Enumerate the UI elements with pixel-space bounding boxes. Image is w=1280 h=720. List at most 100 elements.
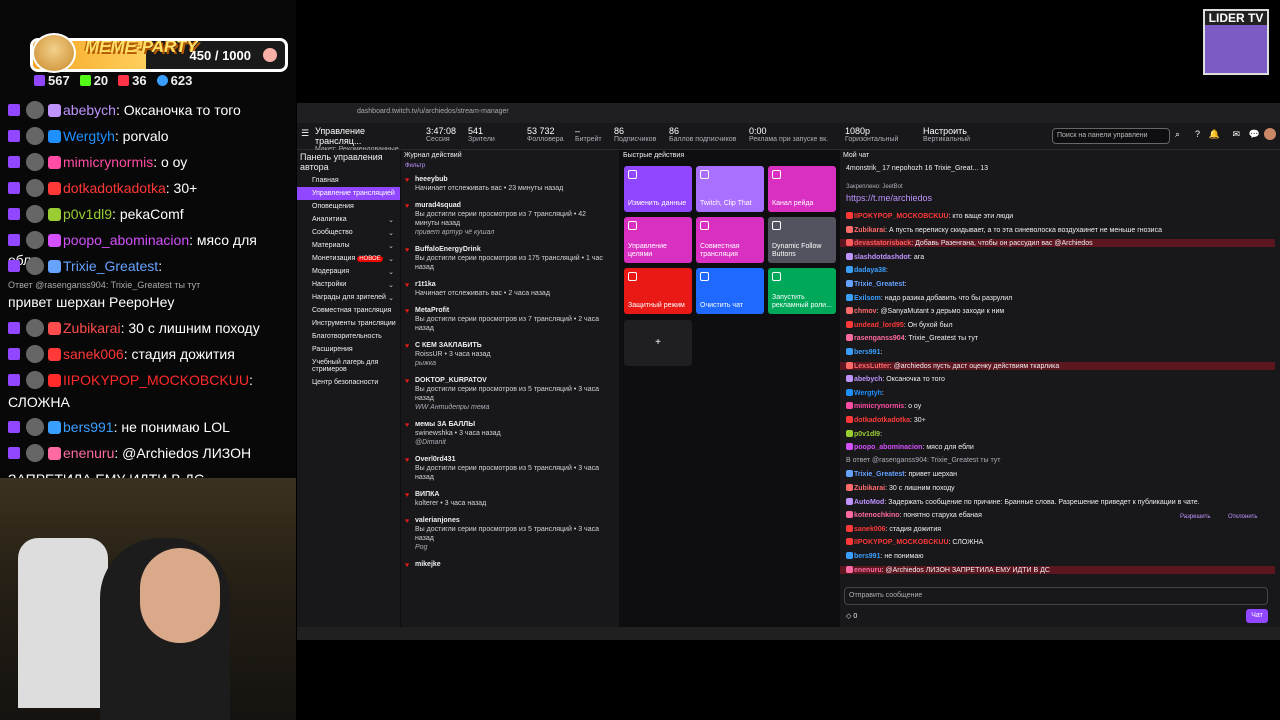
chat-username[interactable]: IIPOKYPOP_MOCKOBCKUU [63,372,249,388]
activity-detail: kolterer • 3 часа назад [415,500,487,507]
quick-action-button[interactable]: Управление целями [624,217,692,263]
sidebar-item[interactable]: Учебный лагерь для стримеров [297,356,400,376]
profile-avatar[interactable] [1264,128,1276,140]
chat-username[interactable]: Trixie_Greatest [854,471,905,478]
quick-action-button[interactable]: Канал рейда [768,166,836,212]
chat-username[interactable]: slashdotdashdot [854,254,910,261]
chat-username[interactable]: chmov [854,308,877,315]
chat-username[interactable]: IIPOKYPOP_MOCKOBCKUU [854,539,949,546]
activity-item[interactable]: ♥ valerianjones Вы достигли серии просмотр… [401,512,619,556]
stream-stat[interactable]: Настроить Вертикальный [923,126,970,143]
chat-username[interactable]: sanek006 [854,526,886,533]
chat-username[interactable]: Zubikarai [854,227,885,234]
activity-item[interactable]: ♥ heeeybub Начинает отслеживать вас • 23 м… [401,171,619,197]
activity-item[interactable]: ♥ r1t1ka Начинает отслеживать вас • 2 часа… [401,276,619,302]
sidebar-item[interactable]: Аналитика ⌄ [297,213,400,226]
pinned-by: Закреплено: JeetBot [846,184,903,190]
sidebar-item[interactable]: Монетизация НОВОЕ ⌄ [297,252,400,265]
sidebar-item[interactable]: Расширения [297,343,400,356]
chat-username[interactable]: p0v1dl9 [63,206,112,222]
sidebar-item[interactable]: Центр безопасности [297,376,400,389]
chat-username[interactable]: dadaya38 [854,267,886,274]
sidebar-item[interactable]: Сообщество ⌄ [297,226,400,239]
chat-username[interactable]: dotkadotkadotka [63,180,166,196]
chat-username[interactable]: abebych [854,376,882,383]
chat-username[interactable]: rasenganss904 [854,335,905,342]
automod-allow-button[interactable]: Разрешить [1180,514,1211,520]
chat-username[interactable]: enenuru [63,445,114,461]
activity-item[interactable]: ♥ BuffaloEnergyDrink Вы достигли серии про… [401,241,619,276]
address-bar[interactable]: dashboard.twitch.tv/u/archiedos/stream-m… [297,103,1280,123]
pinned-link[interactable]: https://t.me/archiedos [846,193,932,203]
activity-item[interactable]: ♥ murad4squad Вы достигли серии просмотров… [401,197,619,241]
automod-deny-button[interactable]: Отклонить [1228,514,1258,520]
sidebar-item[interactable]: Управление трансляцией [297,187,400,200]
sidebar-item[interactable]: Настройки ⌄ [297,278,400,291]
chat-username[interactable]: p0v1dl9 [854,431,880,438]
activity-item[interactable]: ♥ ВИПКА kolterer • 3 часа назад [401,486,619,512]
sidebar-item[interactable]: Материалы ⌄ [297,239,400,252]
chat-username[interactable]: Zubikarai [63,320,121,336]
quick-action-button[interactable]: Очистить чат [696,268,764,314]
user-icon [156,75,168,86]
chat-username[interactable]: Trixie_Greatest [63,258,158,274]
chat-username[interactable]: bers991 [854,349,880,356]
chat-username[interactable]: dotkadotkadotka [854,417,910,424]
activity-item[interactable]: ♥ MetaProfit Вы достигли серии просмотров … [401,302,619,337]
add-quick-action-button[interactable]: + [624,320,692,366]
chat-username[interactable]: Zubikarai [854,485,885,492]
activity-title[interactable]: Журнал действий [401,150,619,161]
chat-username[interactable]: undead_lord95 [854,322,904,329]
quick-action-button[interactable]: Изменить данные [624,166,692,212]
chat-username[interactable]: poopo_abominacion [63,232,189,248]
chat-username[interactable]: bers991 [63,419,114,435]
chat-username[interactable]: Trixie_Greatest [854,281,905,288]
chat-username[interactable]: LexsLutter [854,363,890,370]
chat-username[interactable]: IIPOKYPOP_MOCKOBCKUU [854,213,949,220]
sidebar-item[interactable]: Оповещения [297,200,400,213]
quick-action-button[interactable]: Совместная трансляция [696,217,764,263]
activity-item[interactable]: ♥ С КЕМ ЗАКЛАБИТЬ RoissUR • 3 часа назад ры… [401,337,619,372]
chat-username[interactable]: kotenochkino [854,512,900,519]
quick-action-button[interactable]: Защитный режим [624,268,692,314]
sidebar-item[interactable]: Главная [297,174,400,187]
sidebar-item[interactable]: Инструменты трансляции [297,317,400,330]
sidebar-item[interactable]: Награды для зрителей ⌄ [297,291,400,304]
stream-stat[interactable]: 1080p Горизонтальный [845,126,898,143]
chat-username[interactable]: sanek006 [63,346,124,362]
chat-line: chmov: @SanyaMutant э дерьмо заходи к ни… [846,307,1004,315]
quick-action-button[interactable]: Dynamic Follow Buttons [768,217,836,263]
chat-username[interactable]: Wergtyh [63,128,115,144]
chat-username[interactable]: poopo_abominacion [854,444,922,451]
activity-filter[interactable]: Фильтр [401,161,619,171]
quick-action-button[interactable]: Запустить рекламный роли... [768,268,836,314]
activity-item[interactable]: ♥ мемы ЗА БАЛЛЫ swinewshka • 3 часа назад @… [401,416,619,451]
notifications-icon[interactable]: 🔔 [1209,129,1220,140]
chat-username[interactable]: Exilsom [854,295,881,302]
whispers-icon[interactable]: 💬 [1249,129,1260,140]
activity-item[interactable]: ♥ mikejke [401,556,619,573]
stream-stat: 541 Зрители [468,126,495,143]
chat-send-button[interactable]: Чат [1246,609,1268,623]
chat-username[interactable]: enenuru [854,567,882,574]
chat-username[interactable]: devastatorisback [854,240,911,247]
chat-username[interactable]: AutoMod [854,499,884,506]
chat-username[interactable]: mimicrynormis [63,154,153,170]
activity-item[interactable]: ♥ DOKTOP_KURPATOV Вы достигли серии просмо… [401,372,619,416]
sidebar-item[interactable]: Совместная трансляция [297,304,400,317]
inbox-icon[interactable]: ✉ [1232,129,1240,140]
chat-input[interactable]: Отправить сообщение [844,587,1268,605]
chat-username[interactable]: Wergtyh [854,390,882,397]
channel-points[interactable]: ◇ 0 [846,612,857,620]
dashboard-search-input[interactable]: Поиск на панели управлени [1052,128,1170,144]
chat-username[interactable]: abebych [63,102,116,118]
sidebar-item[interactable]: Модерация ⌄ [297,265,400,278]
chat-username[interactable]: bers991 [854,553,880,560]
search-icon[interactable]: ⌕ [1175,129,1180,140]
quick-action-button[interactable]: Twitch, Clip That [696,166,764,212]
menu-icon[interactable]: ☰ [301,128,309,139]
help-icon[interactable]: ? [1195,129,1200,139]
chat-username[interactable]: mimicrynormis [854,403,904,410]
sidebar-item[interactable]: Благотворительность [297,330,400,343]
activity-item[interactable]: ♥ Overl0rd431 Вы достигли серии просмотров… [401,451,619,486]
